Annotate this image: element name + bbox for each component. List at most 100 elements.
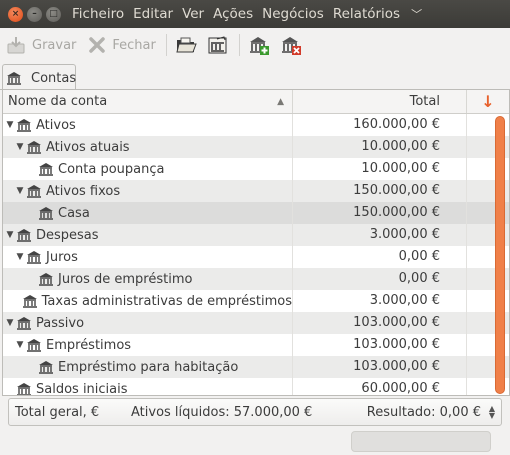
account-total: 0,00 €: [293, 268, 467, 290]
account-name-cell: ▼ Despesas: [3, 224, 293, 246]
bank-icon: [39, 206, 53, 220]
menu-editar[interactable]: Editar: [133, 6, 173, 22]
account-name-cell: Saldos iniciais: [3, 378, 293, 395]
extra-column-cell: [467, 334, 495, 356]
tree-header: Nome da conta ▲ Total ↓: [3, 90, 509, 114]
bank-icon: [17, 316, 31, 330]
menu-ver[interactable]: Ver: [182, 6, 204, 22]
bank-icon: [7, 71, 21, 85]
account-name: Empréstimos: [46, 337, 132, 353]
bank-icon: [27, 140, 41, 154]
account-total: 60.000,00 €: [293, 378, 467, 395]
table-row[interactable]: ▼ Juros 0,00 €: [3, 246, 509, 268]
delete-account-button[interactable]: [280, 35, 302, 55]
save-button[interactable]: Gravar: [6, 35, 76, 55]
account-total: 10.000,00 €: [293, 136, 467, 158]
table-row[interactable]: ▼ Empréstimos 103.000,00 €: [3, 334, 509, 356]
tab-accounts-label: Contas: [31, 70, 77, 86]
account-name-cell: ▼ Ativos atuais: [3, 136, 293, 158]
window-controls: × – □: [0, 6, 72, 22]
new-account-button[interactable]: [248, 35, 270, 55]
close-window-icon[interactable]: ×: [8, 6, 23, 22]
column-name-label: Nome da conta: [8, 94, 108, 109]
extra-column-cell: [467, 268, 495, 290]
maximize-window-icon[interactable]: □: [46, 6, 61, 22]
menu-negocios[interactable]: Negócios: [262, 6, 324, 22]
table-row[interactable]: ▼ Ativos atuais 10.000,00 €: [3, 136, 509, 158]
account-name-cell: Conta poupança: [3, 158, 293, 180]
folder-open-icon: [175, 35, 197, 55]
bank-icon: [39, 162, 53, 176]
spinner-arrows-icon[interactable]: ▲ ▼: [485, 405, 499, 420]
bank-icon: [17, 228, 31, 242]
account-total: 150.000,00 €: [293, 180, 467, 202]
account-total: 103.000,00 €: [293, 334, 467, 356]
account-name-cell: ▼ Empréstimos: [3, 334, 293, 356]
table-row[interactable]: ▼ Ativos fixos 150.000,00 €: [3, 180, 509, 202]
expander-arrow-icon[interactable]: ▼: [5, 318, 15, 328]
expander-arrow-icon[interactable]: ▼: [15, 142, 25, 152]
table-row[interactable]: ▼ Despesas 3.000,00 €: [3, 224, 509, 246]
extra-column-cell: [467, 158, 495, 180]
account-total: 0,00 €: [293, 246, 467, 268]
account-total: 10.000,00 €: [293, 158, 467, 180]
summary-bar[interactable]: Total geral, € Ativos líquidos: 57.000,0…: [8, 398, 502, 426]
tab-accounts[interactable]: Contas: [2, 64, 76, 91]
table-row[interactable]: Casa 150.000,00 €: [3, 202, 509, 224]
table-row[interactable]: Juros de empréstimo 0,00 €: [3, 268, 509, 290]
save-label: Gravar: [32, 37, 77, 53]
account-name: Ativos atuais: [46, 139, 130, 155]
account-delete-icon: [280, 35, 302, 55]
summary-result: Resultado: 0,00 €: [366, 404, 481, 420]
account-name-cell: ▼ Juros: [3, 246, 293, 268]
toolbar-separator-2: [238, 34, 240, 56]
menu-ficheiro[interactable]: Ficheiro: [72, 6, 124, 22]
column-total-label: Total: [409, 94, 440, 109]
open-account-button[interactable]: [175, 35, 197, 55]
column-selector-icon[interactable]: ↓: [467, 90, 509, 113]
toolbar: Gravar Fechar: [0, 28, 510, 62]
vertical-scrollbar[interactable]: [495, 116, 505, 394]
summary-total-label: Total geral, €: [15, 404, 100, 420]
expander-arrow-icon[interactable]: ▼: [15, 186, 25, 196]
account-name: Casa: [58, 205, 90, 221]
table-row[interactable]: Empréstimo para habitação 103.000,00 €: [3, 356, 509, 378]
table-row[interactable]: Conta poupança 10.000,00 €: [3, 158, 509, 180]
edit-account-button[interactable]: [207, 35, 229, 55]
account-name: Conta poupança: [58, 161, 165, 177]
account-total: 3.000,00 €: [293, 224, 467, 246]
extra-column-cell: [467, 114, 495, 136]
account-name-cell: Casa: [3, 202, 293, 224]
menu-acoes[interactable]: Ações: [213, 6, 253, 22]
tree-rows: ▼ Ativos 160.000,00 € ▼ Ativos atuais 10.000,…: [3, 114, 509, 395]
account-name: Juros: [46, 249, 78, 265]
extra-column-cell: [467, 378, 495, 395]
expander-arrow-icon[interactable]: ▼: [15, 252, 25, 262]
save-icon: [6, 35, 28, 55]
extra-column-cell: [467, 136, 495, 158]
account-tree[interactable]: Nome da conta ▲ Total ↓ ▼ Ativos 160.000,0…: [2, 89, 510, 396]
account-total: 3.000,00 €: [293, 290, 467, 312]
table-row[interactable]: Saldos iniciais 60.000,00 €: [3, 378, 509, 395]
account-name: Juros de empréstimo: [58, 271, 193, 287]
table-row[interactable]: Taxas administrativas de empréstimos 3.00…: [3, 290, 509, 312]
expander-arrow-icon[interactable]: ▼: [5, 230, 15, 240]
account-name: Passivo: [36, 315, 85, 331]
account-name-cell: ▼ Passivo: [3, 312, 293, 334]
summary-net-assets: Ativos líquidos: 57.000,00 €: [131, 404, 313, 420]
table-row[interactable]: ▼ Ativos 160.000,00 €: [3, 114, 509, 136]
tab-bar: Contas: [0, 62, 510, 91]
column-header-total[interactable]: Total: [293, 90, 467, 113]
close-icon: [86, 35, 108, 55]
table-row[interactable]: ▼ Passivo 103.000,00 €: [3, 312, 509, 334]
menu-relatorios[interactable]: Relatórios: [333, 6, 400, 22]
expander-arrow-icon[interactable]: ▼: [5, 120, 15, 130]
column-header-name[interactable]: Nome da conta ▲: [3, 90, 293, 113]
account-name-cell: ▼ Ativos fixos: [3, 180, 293, 202]
extra-column-cell: [467, 312, 495, 334]
minimize-window-icon[interactable]: –: [27, 6, 42, 22]
close-button[interactable]: Fechar: [86, 35, 156, 55]
expander-arrow-icon[interactable]: ▼: [15, 340, 25, 350]
chevron-down-icon[interactable]: ﹀: [411, 6, 422, 22]
bank-icon: [17, 382, 31, 395]
